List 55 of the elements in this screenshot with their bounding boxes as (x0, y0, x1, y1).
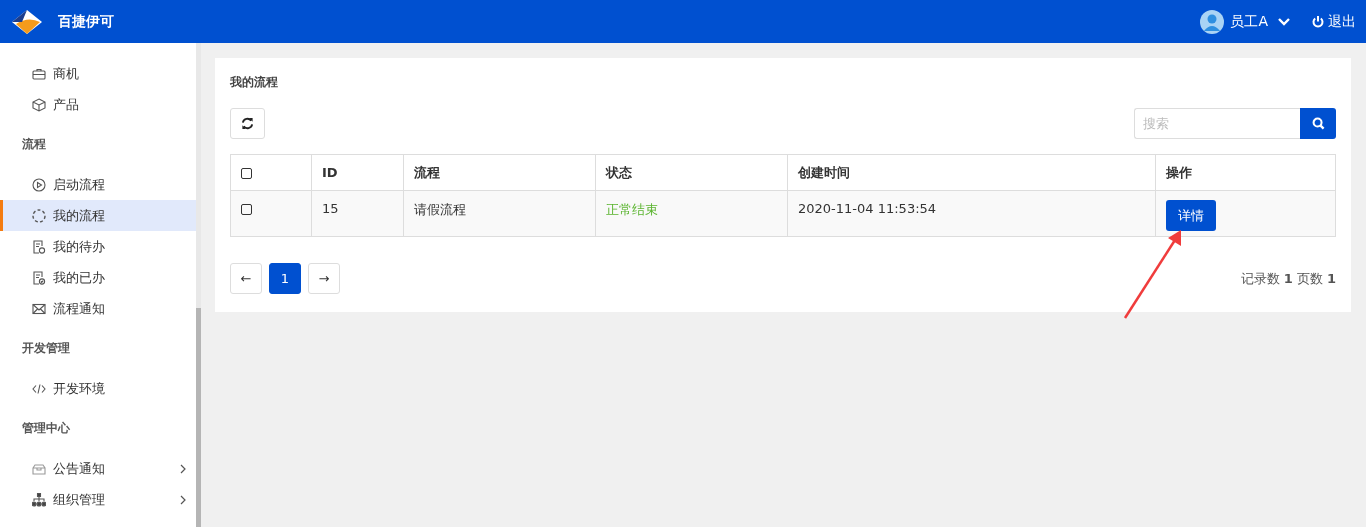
table-cell: 2020-11-04 11:53:54 (798, 201, 937, 216)
panel-title: 我的流程 (230, 74, 279, 91)
chevron-right-icon (180, 463, 186, 474)
refresh-button[interactable] (230, 108, 265, 139)
sidebar-item[interactable]: 产品 (0, 89, 196, 120)
sidebar-item[interactable]: 流程通知 (0, 293, 196, 324)
details-button[interactable]: 详情 (1166, 200, 1216, 231)
table-cell: 15 (322, 201, 339, 216)
sidebar-item[interactable]: 开发环境 (0, 373, 196, 404)
column-header: 创建时间 (798, 164, 850, 180)
column-header: 操作 (1166, 164, 1192, 180)
tray-icon (32, 461, 46, 476)
play-icon (32, 177, 46, 192)
mail-icon (32, 301, 46, 316)
section-heading: 管理中心 (21, 420, 71, 437)
briefcase-icon (32, 66, 46, 81)
chevron-down-icon (1278, 17, 1290, 26)
section-heading: 开发管理 (21, 340, 71, 357)
checkbox[interactable] (241, 204, 252, 215)
doc-clock-icon (32, 239, 46, 254)
cube-icon (32, 97, 46, 112)
checkbox[interactable] (241, 168, 252, 179)
sidebar-item[interactable]: 我的待办 (0, 231, 196, 262)
app-name: 百捷伊可 (58, 12, 114, 31)
table-cell: 请假流程 (414, 202, 466, 217)
logo-icon (10, 7, 44, 36)
section-heading: 流程 (21, 136, 47, 153)
search-icon (1311, 117, 1325, 130)
avatar-icon (1200, 9, 1225, 34)
doc-check-icon (32, 270, 46, 285)
status-text: 正常结束 (606, 202, 658, 217)
sidebar-item[interactable]: 我的已办 (0, 262, 196, 293)
column-header: ID (322, 165, 338, 180)
refresh-icon (241, 117, 254, 130)
sidebar-item[interactable]: 商机 (0, 58, 196, 89)
sidebar-item[interactable]: 公告通知 (0, 453, 196, 484)
page-button[interactable]: 1 (269, 263, 301, 294)
previous-page-button[interactable]: ← (230, 263, 262, 294)
column-header: 状态 (606, 164, 632, 180)
code-icon (32, 381, 46, 396)
sitemap-icon (32, 492, 46, 507)
search-field[interactable]: 搜索 (1134, 108, 1300, 139)
power-icon (1312, 15, 1324, 28)
column-header: 流程 (414, 164, 440, 180)
record-summary: 记录数 1 页数 1 (1240, 269, 1336, 288)
sidebar-item[interactable]: 我的流程 (0, 200, 196, 231)
logout-link[interactable]: 退出 (1312, 12, 1356, 31)
scrollbar-thumb[interactable] (196, 308, 201, 527)
chevron-right-icon (180, 494, 186, 505)
sidebar-item[interactable]: 启动流程 (0, 169, 196, 200)
user-menu[interactable]: 员工A (1200, 9, 1290, 34)
sidebar-item[interactable]: 组织管理 (0, 484, 196, 515)
search-button[interactable] (1300, 108, 1336, 139)
spinner-icon (32, 208, 46, 223)
next-page-button[interactable]: → (308, 263, 340, 294)
